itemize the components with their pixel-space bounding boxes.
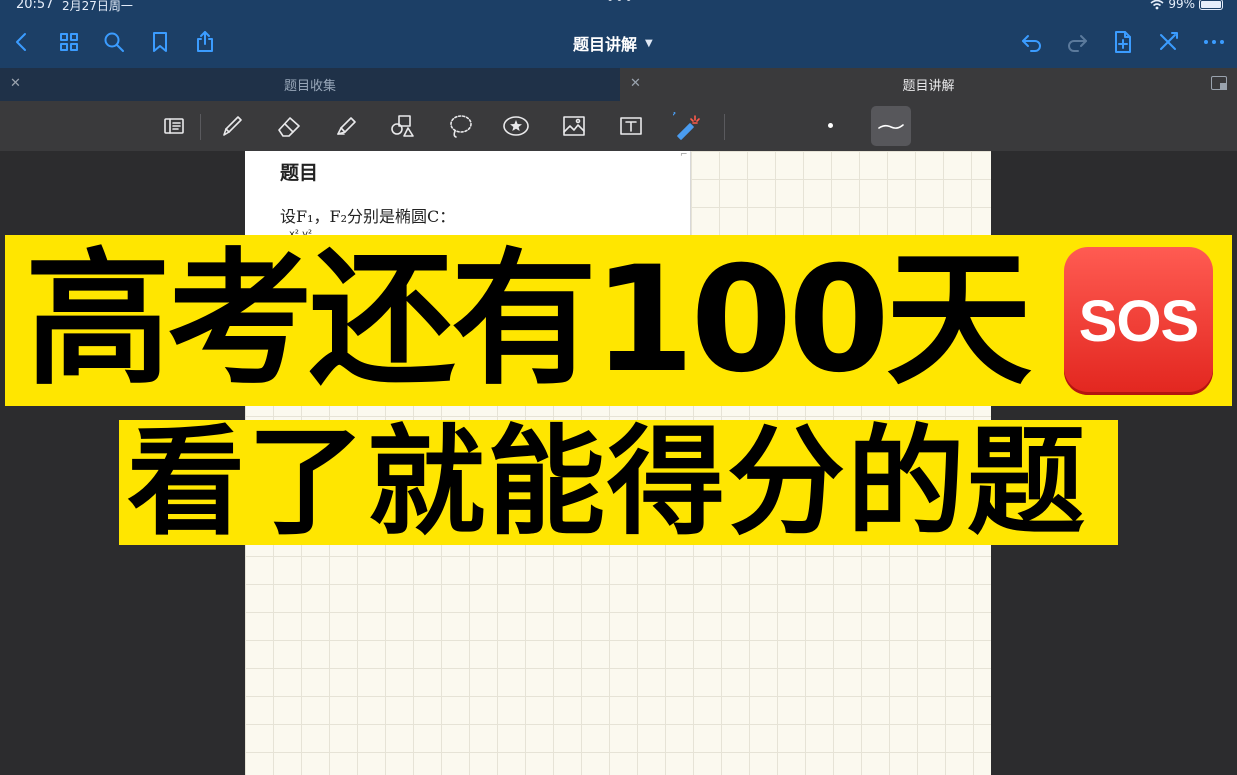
undo-icon[interactable] [1018,28,1046,56]
document-title-menu[interactable]: 题目讲解 ▼ [573,31,653,55]
battery-percent: 99% [1168,0,1195,11]
stroke-size-dot[interactable] [828,123,833,128]
pen-icon[interactable] [217,111,247,141]
sos-label: SOS [1078,288,1199,354]
chevron-down-icon: ▼ [645,37,653,49]
status-date: 2月27日周一 [62,0,133,13]
tab-label: 题目收集 [283,79,336,94]
top-bar: 20:57 2月27日周一 ••• 99% 题目讲解 ▼ [0,0,1237,68]
close-tab-icon[interactable]: ✕ [10,76,21,91]
toolbar-divider [200,114,201,140]
headline-banner: 高考还有100天 [5,235,1232,406]
sticker-icon[interactable] [501,111,531,141]
status-time: 20:57 [16,0,54,12]
toolbar-divider [724,114,725,140]
eraser-icon[interactable] [274,111,304,141]
stroke-style-selected[interactable] [871,106,911,146]
highlighter-icon[interactable] [331,111,361,141]
close-tools-icon[interactable] [1154,28,1182,56]
drawing-toolbar [0,101,1237,151]
reader-icon[interactable] [159,111,189,141]
share-icon[interactable] [191,28,219,56]
text-icon[interactable] [616,111,646,141]
grid-paper-top[interactable] [691,151,991,236]
subheadline-text: 看了就能得分的题 [127,413,1088,551]
tab-question-explanation[interactable]: ✕ 题目讲解 [620,68,1237,101]
redo-icon[interactable] [1063,28,1091,56]
question-text: 设F₁，F₂分别是椭圆C： [280,207,456,226]
lasso-icon[interactable] [445,111,475,141]
headline-text: 高考还有100天 [25,235,1032,405]
tab-question-collection[interactable]: ✕ 题目收集 [0,68,620,101]
sos-emoji-icon: SOS [1064,247,1213,395]
tab-label: 题目讲解 [902,79,955,94]
more-icon[interactable] [1200,28,1228,56]
new-page-icon[interactable] [1109,28,1137,56]
multitask-dots[interactable]: ••• [606,0,634,8]
question-document: 题目 设F₁，F₂分别是椭圆C： x² y² [245,151,691,240]
subheadline-banner: 看了就能得分的题 [119,420,1118,545]
close-tab-icon[interactable]: ✕ [630,76,641,91]
search-icon[interactable] [100,28,128,56]
image-icon[interactable] [559,111,589,141]
bookmark-icon[interactable] [146,28,174,56]
document-title: 题目讲解 [573,35,638,54]
page-corner-mark: ⌐ [680,150,688,160]
battery-icon [1199,0,1223,10]
stroke-curve-icon [878,124,904,129]
back-chevron-icon[interactable] [8,28,36,56]
tab-strip: ✕ 题目收集 ✕ 题目讲解 [0,68,1237,101]
laser-pointer-icon[interactable] [672,111,702,141]
status-right: 99% [1150,0,1223,11]
wifi-icon [1150,0,1164,9]
question-heading: 题目 [280,162,319,184]
grid-icon[interactable] [55,28,83,56]
split-view-icon[interactable] [1211,76,1227,90]
shapes-icon[interactable] [387,111,417,141]
